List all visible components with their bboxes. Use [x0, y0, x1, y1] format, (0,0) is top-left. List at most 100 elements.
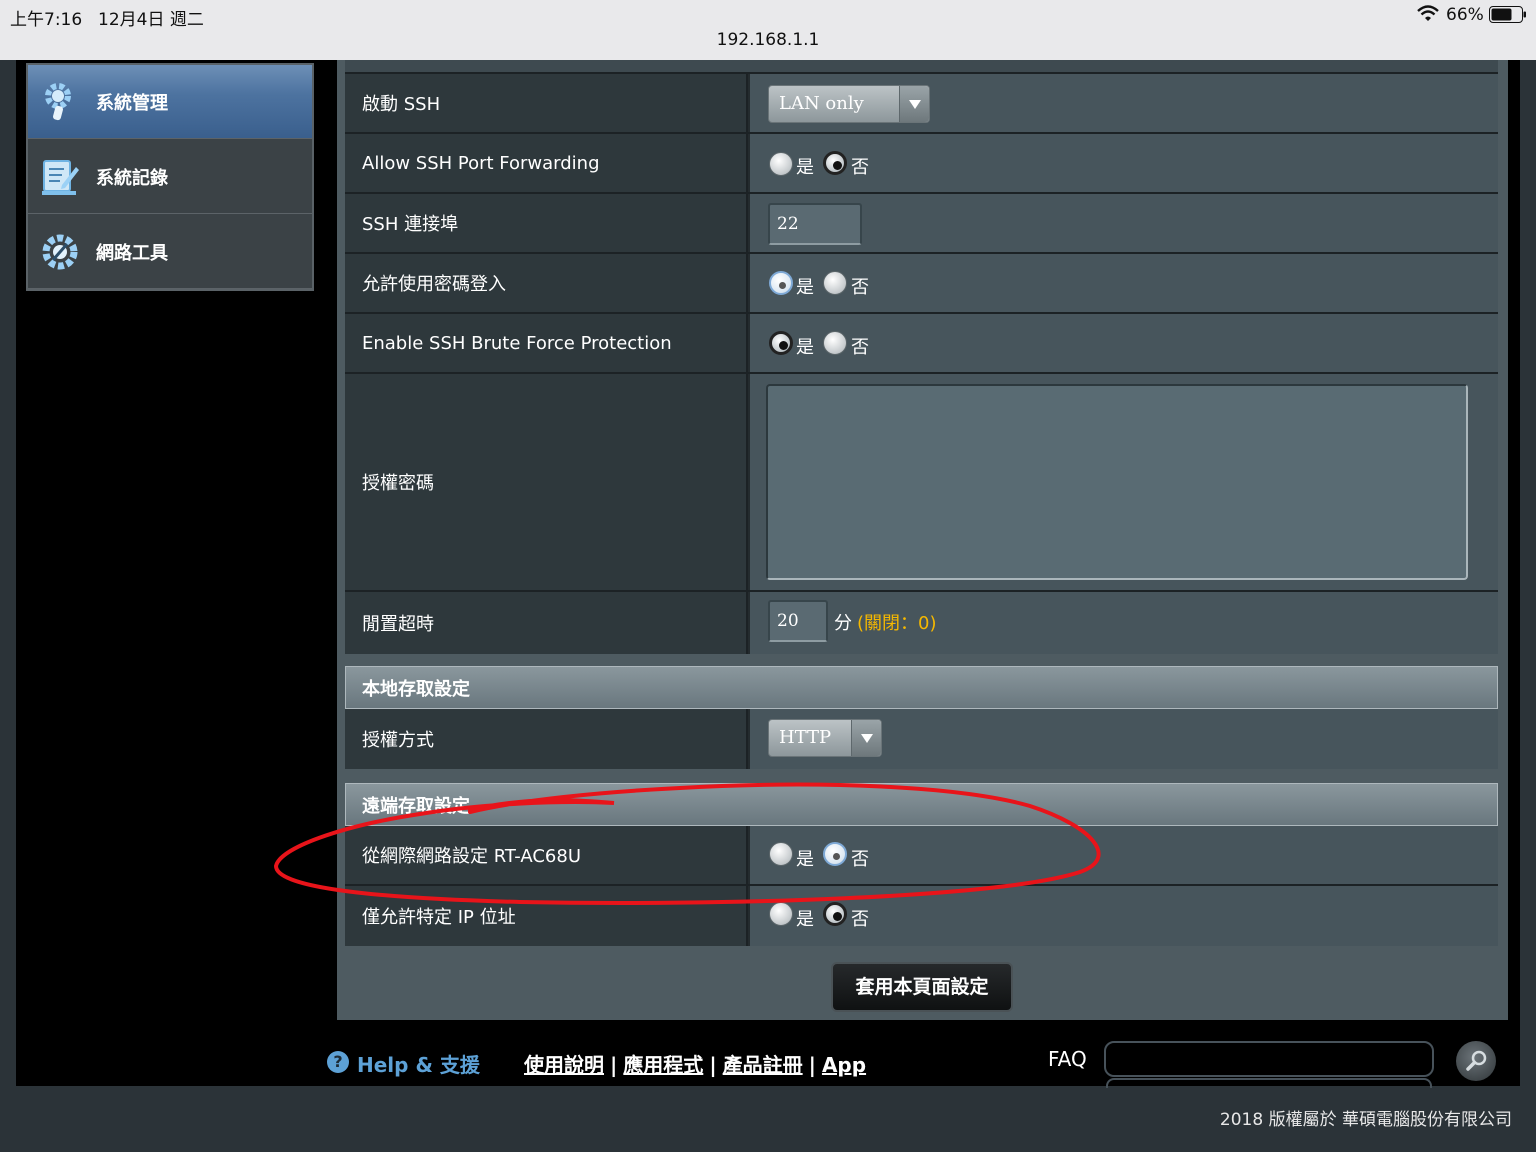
auth-method-select[interactable]: HTTP [768, 719, 882, 757]
search-icon [1466, 1050, 1487, 1071]
row-value: 是 否 [750, 254, 1498, 312]
help-support-link[interactable]: Help & 支援 [357, 1049, 480, 1078]
left-menu: 系統管理 系統記錄 網路工具 [26, 63, 314, 291]
menu-item-label: 系統記錄 [96, 167, 168, 189]
row-value: 是 否 [750, 134, 1498, 192]
date: 12月4日 週二 [98, 10, 204, 30]
brute-force-yes-radio[interactable] [769, 331, 793, 355]
row-value: 是 否 [750, 886, 1498, 946]
radio-label: 否 [851, 849, 869, 870]
password-login-no-radio[interactable] [823, 271, 847, 295]
authorized-keys-textarea[interactable] [766, 384, 1468, 580]
ssh-port-input[interactable]: 22 [768, 203, 862, 245]
row-label: 僅允許特定 IP 位址 [345, 886, 748, 946]
menu-item-system-log[interactable]: 系統記錄 [28, 140, 312, 214]
menu-item-label: 網路工具 [96, 242, 168, 264]
row-value: 是 否 [750, 314, 1498, 372]
menu-item-network-tools[interactable]: 網路工具 [28, 215, 312, 289]
row-value: LAN only [750, 74, 1498, 132]
row-label: SSH 連接埠 [345, 194, 748, 252]
url-bar[interactable]: 192.168.1.1 [0, 30, 1536, 50]
local-access-table: 授權方式 HTTP [345, 709, 1498, 769]
row-value: HTTP [750, 709, 1498, 769]
footer-link-app[interactable]: App [822, 1053, 866, 1077]
row-value [750, 374, 1498, 590]
log-edit-icon [42, 159, 79, 195]
select-value: HTTP [779, 727, 832, 748]
battery-percentage: 66% [1446, 5, 1484, 25]
row-value: 22 [750, 194, 1498, 252]
faq-search-shadow [1106, 1078, 1432, 1088]
select-value: LAN only [779, 93, 864, 114]
wan-access-no-radio[interactable] [823, 842, 847, 866]
row-enable-ssh: 啟動 SSH LAN only [345, 74, 1498, 134]
radio-label: 否 [851, 277, 869, 298]
enable-ssh-select[interactable]: LAN only [768, 85, 930, 123]
link-separator: | [610, 1053, 618, 1077]
faq-search-input[interactable] [1104, 1041, 1434, 1077]
idle-timeout-hint: (關閉：0) [857, 613, 937, 634]
specific-ip-no-radio[interactable] [823, 902, 847, 926]
help-icon: ? [327, 1051, 349, 1073]
row-label: Enable SSH Brute Force Protection [345, 314, 748, 372]
radio-label: 否 [851, 909, 869, 930]
gear-tools-icon [42, 234, 78, 269]
footer-link-registration[interactable]: 產品註冊 [723, 1053, 803, 1077]
radio-label: 是 [796, 909, 814, 930]
wan-access-yes-radio[interactable] [769, 842, 793, 866]
menu-item-system-admin[interactable]: 系統管理 [28, 65, 312, 139]
row-label: 啟動 SSH [345, 74, 748, 132]
radio-label: 是 [796, 277, 814, 298]
row-wan-access: 從網際網路設定 RT-AC68U 是 否 [345, 826, 1498, 886]
row-port-forwarding: Allow SSH Port Forwarding 是 否 [345, 134, 1498, 194]
apply-button[interactable]: 套用本頁面設定 [831, 962, 1013, 1012]
gear-wrench-icon [45, 82, 71, 120]
row-label: 授權密碼 [345, 374, 748, 590]
row-value: 是 否 [750, 826, 1498, 884]
idle-timeout-unit: 分 [834, 613, 852, 634]
radio-label: 是 [796, 157, 814, 178]
faq-label: FAQ [1048, 1047, 1087, 1071]
row-auth-method: 授權方式 HTTP [345, 709, 1498, 769]
wifi-icon [1417, 5, 1439, 21]
port-forward-no-radio[interactable] [823, 151, 847, 175]
ssh-settings-table: 啟動 SSH LAN only Allow SSH Port Forwardin… [345, 60, 1498, 654]
copyright: 2018 版權屬於 華碩電腦股份有限公司 [1219, 1110, 1512, 1130]
idle-timeout-input[interactable]: 20 [768, 600, 828, 642]
link-separator: | [808, 1053, 816, 1077]
row-idle-timeout: 閒置超時 20 分 (關閉：0) [345, 592, 1498, 654]
radio-label: 是 [796, 337, 814, 358]
row-label: 閒置超時 [345, 592, 748, 654]
clock: 上午7:16 [10, 10, 83, 30]
row-label: Allow SSH Port Forwarding [345, 134, 748, 192]
password-login-yes-radio[interactable] [769, 271, 793, 295]
footer-link-manual[interactable]: 使用說明 [524, 1053, 604, 1077]
footer-link-utility[interactable]: 應用程式 [623, 1053, 703, 1077]
footer-links: 使用說明 | 應用程式 | 產品註冊 | App [524, 1049, 866, 1078]
row-specific-ip: 僅允許特定 IP 位址 是 否 [345, 886, 1498, 946]
radio-label: 是 [796, 849, 814, 870]
radio-label: 否 [851, 337, 869, 358]
port-forward-yes-radio[interactable] [769, 152, 793, 176]
row-password-login: 允許使用密碼登入 是 否 [345, 254, 1498, 314]
local-access-header: 本地存取設定 [345, 666, 1498, 709]
chevron-down-icon[interactable] [899, 86, 929, 122]
row-value: 20 分 (關閉：0) [750, 592, 1498, 654]
table-top-edge [345, 60, 1498, 74]
row-label: 允許使用密碼登入 [345, 254, 748, 312]
row-ssh-port: SSH 連接埠 22 [345, 194, 1498, 254]
chevron-down-icon[interactable] [851, 720, 881, 756]
specific-ip-yes-radio[interactable] [769, 902, 793, 926]
row-authorized-keys: 授權密碼 [345, 374, 1498, 592]
remote-access-header: 遠端存取設定 [345, 783, 1498, 826]
brute-force-no-radio[interactable] [823, 331, 847, 355]
menu-item-label: 系統管理 [96, 92, 168, 114]
battery-icon [1489, 6, 1526, 23]
link-separator: | [709, 1053, 717, 1077]
row-brute-force: Enable SSH Brute Force Protection 是 否 [345, 314, 1498, 374]
remote-access-table: 從網際網路設定 RT-AC68U 是 否 僅允許特定 IP 位址 是 否 [345, 826, 1498, 946]
search-button[interactable] [1456, 1041, 1496, 1081]
status-bar: 上午7:16 12月4日 週二 192.168.1.1 66% [0, 0, 1536, 60]
row-label: 授權方式 [345, 709, 748, 769]
radio-label: 否 [851, 157, 869, 178]
